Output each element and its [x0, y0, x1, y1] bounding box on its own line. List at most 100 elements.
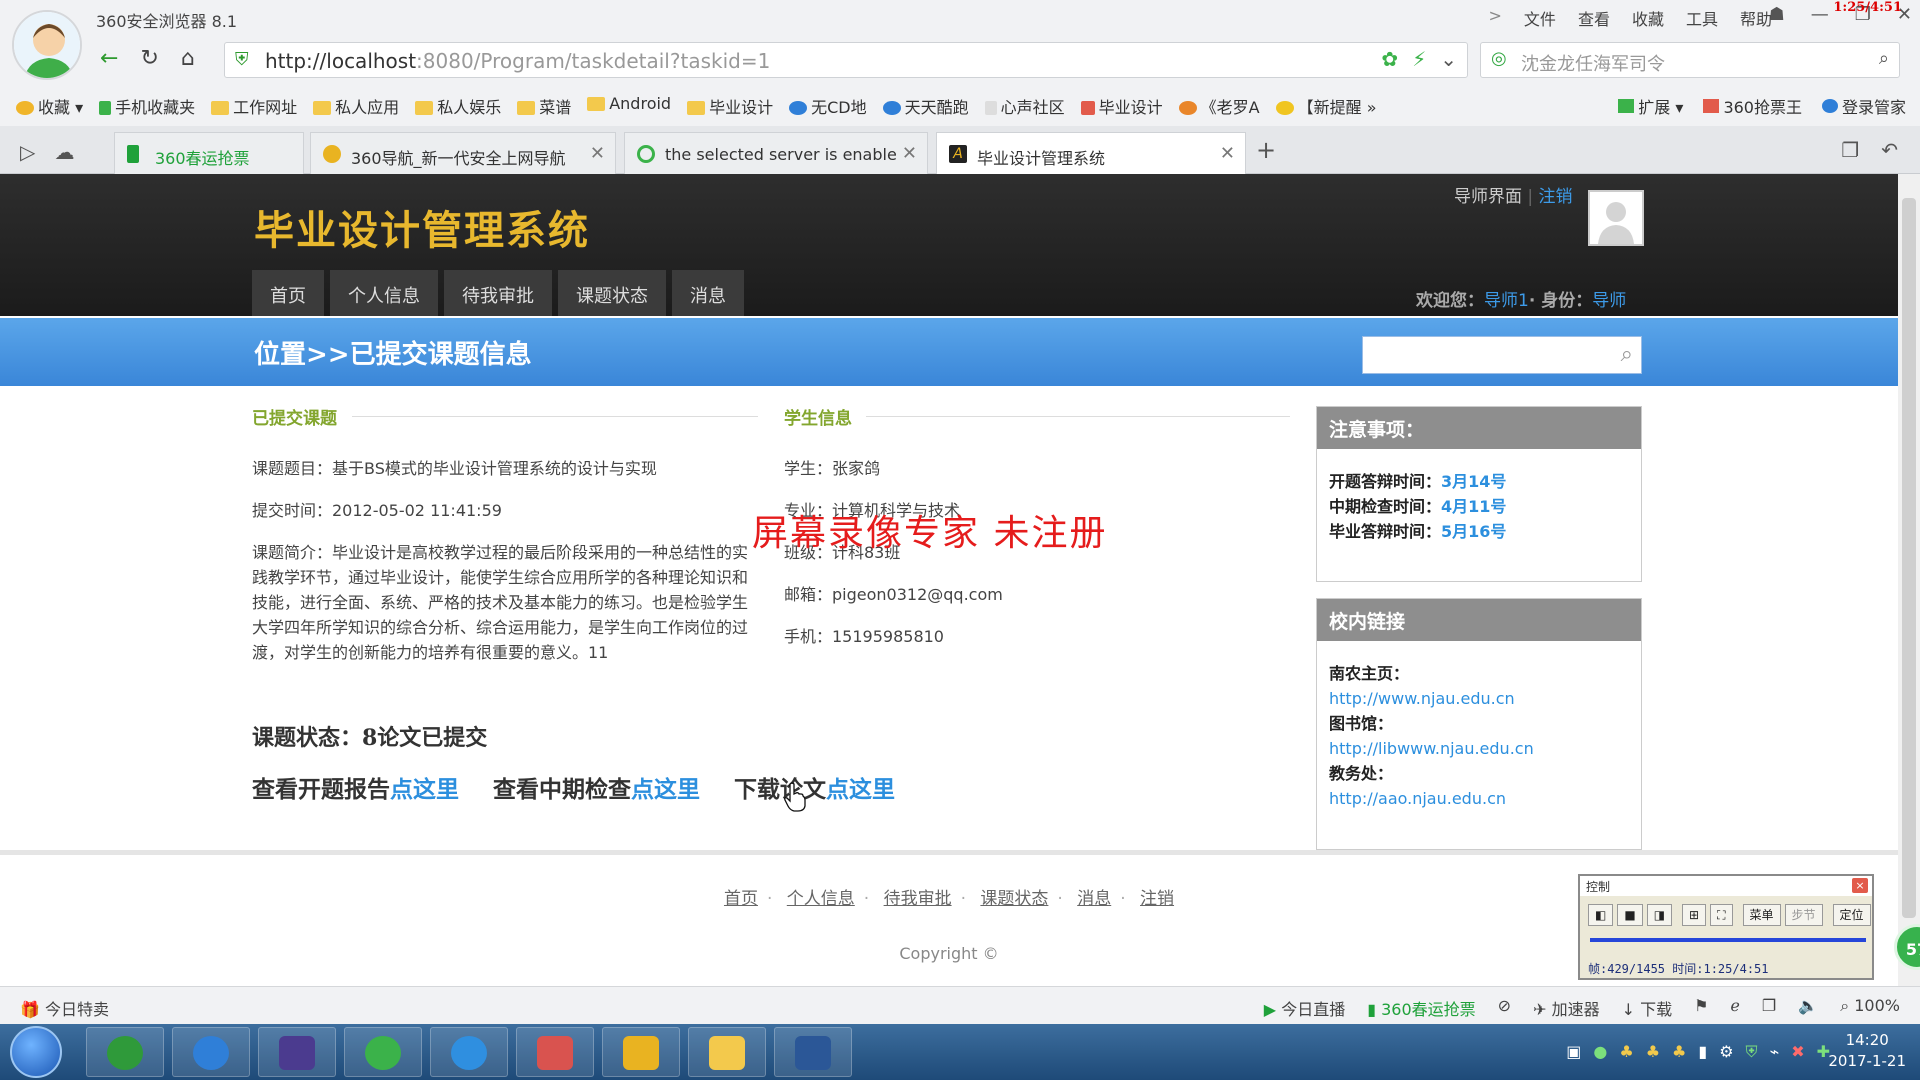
- next-frame-icon[interactable]: ◨: [1646, 904, 1673, 926]
- nav-topic-status[interactable]: 课题状态: [558, 270, 666, 316]
- search-input[interactable]: ◎ 沈金龙任海军司令 ⌕: [1480, 42, 1900, 78]
- scroll-thumb[interactable]: [1902, 198, 1916, 918]
- nav-pending-approval[interactable]: 待我审批: [444, 270, 552, 316]
- search-engine-icon[interactable]: ◎: [1491, 48, 1507, 69]
- tab-graduation-system[interactable]: A 毕业设计管理系统 ✕: [936, 132, 1246, 174]
- bookmark-item[interactable]: 天天酷跑: [882, 94, 969, 118]
- undo-close-icon[interactable]: ↶: [1881, 138, 1898, 162]
- view-proposal-link[interactable]: 点这里: [390, 776, 459, 803]
- taskbar-app-tools[interactable]: [602, 1027, 680, 1077]
- recorder-progress-bar[interactable]: [1590, 938, 1866, 942]
- flag-icon[interactable]: ⚑: [1694, 996, 1708, 1020]
- menu-file[interactable]: 文件: [1524, 6, 1556, 30]
- logout-link[interactable]: 注销: [1539, 187, 1573, 207]
- identity-value-link[interactable]: 导师: [1592, 291, 1626, 311]
- welcome-user-link[interactable]: 导师1: [1484, 291, 1529, 311]
- network-icon[interactable]: ▮: [1698, 1042, 1707, 1062]
- tab-list-icon[interactable]: ❐: [1841, 138, 1859, 162]
- menu-expand[interactable]: >: [1489, 6, 1502, 30]
- extensions-button[interactable]: 扩展 ▾: [1618, 94, 1683, 118]
- refresh-icon[interactable]: ↻: [140, 46, 158, 71]
- taskbar-app-ie[interactable]: [430, 1027, 508, 1077]
- sidebar-toggle-icon[interactable]: ▷ ☁: [20, 140, 74, 164]
- nav-messages[interactable]: 消息: [672, 270, 744, 316]
- taskbar-app-word[interactable]: [774, 1027, 852, 1077]
- block-icon[interactable]: ⊘: [1498, 996, 1511, 1020]
- bookmark-folder[interactable]: 毕业设计: [687, 94, 773, 118]
- back-icon[interactable]: ←: [100, 46, 118, 71]
- fit-window-icon[interactable]: ⊞: [1682, 904, 1707, 926]
- search-icon[interactable]: ⌕: [1621, 342, 1633, 367]
- user-avatar-icon[interactable]: [12, 10, 82, 80]
- footer-link-home[interactable]: 首页: [724, 889, 758, 909]
- qq-icon[interactable]: ♣: [1646, 1042, 1660, 1062]
- menu-help[interactable]: 帮助: [1740, 6, 1772, 30]
- wechat-icon[interactable]: ●: [1593, 1042, 1607, 1062]
- live-button[interactable]: ▶ 今日直播: [1264, 996, 1345, 1020]
- download-button[interactable]: ↓ 下载: [1622, 996, 1673, 1020]
- taskbar-clock[interactable]: 14:20 2017-1-21: [1828, 1030, 1906, 1072]
- windows-start-icon[interactable]: [10, 1026, 62, 1078]
- tab-close-icon[interactable]: ✕: [1220, 143, 1235, 164]
- tab-360-nav[interactable]: 360导航_新一代安全上网导航 ✕: [310, 132, 616, 174]
- academic-affairs-link[interactable]: http://aao.njau.edu.cn: [1329, 786, 1629, 811]
- search-icon[interactable]: ⌕: [1879, 48, 1889, 69]
- site-search-input[interactable]: ⌕: [1362, 336, 1642, 374]
- taskbar-app-360se[interactable]: [344, 1027, 422, 1077]
- tab-spring-ticket[interactable]: 360春运抢票: [114, 132, 304, 174]
- volume-icon[interactable]: 🔈: [1798, 996, 1818, 1020]
- njau-home-link[interactable]: http://www.njau.edu.cn: [1329, 686, 1629, 711]
- speed-mode-icon[interactable]: ⚡: [1412, 47, 1426, 71]
- tab-close-icon[interactable]: ✕: [590, 143, 605, 164]
- device-icon[interactable]: ⚙: [1719, 1042, 1733, 1062]
- taskbar-app-cloud[interactable]: [172, 1027, 250, 1077]
- url-input[interactable]: ⛨ http://localhost:8080/Program/taskdeta…: [224, 42, 1468, 78]
- footer-link-status[interactable]: 课题状态: [980, 889, 1048, 909]
- footer-link-logout[interactable]: 注销: [1140, 889, 1174, 909]
- taskbar-app-explorer[interactable]: [688, 1027, 766, 1077]
- prev-frame-icon[interactable]: ◧: [1588, 904, 1614, 926]
- recorder-step-button[interactable]: 步节: [1784, 904, 1823, 926]
- footer-link-messages[interactable]: 消息: [1077, 889, 1111, 909]
- ticket-button[interactable]: 360抢票王: [1703, 94, 1802, 118]
- taskbar-app-eclipse[interactable]: [258, 1027, 336, 1077]
- login-manager-button[interactable]: 登录管家: [1821, 94, 1906, 118]
- nav-home[interactable]: 首页: [252, 270, 324, 316]
- tray-window-icon[interactable]: ▣: [1566, 1042, 1581, 1062]
- bookmark-item[interactable]: 毕业设计: [1080, 94, 1163, 118]
- bookmark-item[interactable]: 【新提醒 »: [1275, 94, 1376, 118]
- tab-server-error[interactable]: the selected server is enable ✕: [624, 132, 928, 174]
- recorder-locate-button[interactable]: 定位: [1832, 904, 1871, 926]
- new-tab-icon[interactable]: +: [1256, 136, 1276, 164]
- qq-icon[interactable]: ♣: [1672, 1042, 1686, 1062]
- skin-icon[interactable]: ☗: [1769, 4, 1785, 25]
- accelerator-button[interactable]: ✈ 加速器: [1533, 996, 1600, 1020]
- tab-close-icon[interactable]: ✕: [902, 143, 917, 164]
- page-scrollbar[interactable]: [1898, 174, 1920, 986]
- menu-favorites[interactable]: 收藏: [1632, 6, 1664, 30]
- menu-tools[interactable]: 工具: [1686, 6, 1718, 30]
- fullscreen-icon[interactable]: ⛶: [1710, 904, 1733, 926]
- compat-mode-icon[interactable]: ✿: [1381, 47, 1398, 71]
- bookmark-item[interactable]: 收藏 ▾: [16, 94, 83, 118]
- daily-deals[interactable]: 🎁 今日特卖: [20, 996, 109, 1020]
- footer-link-profile[interactable]: 个人信息: [787, 889, 855, 909]
- view-midterm-link[interactable]: 点这里: [631, 776, 700, 803]
- bookmark-item[interactable]: 《老罗A: [1178, 94, 1260, 118]
- ie-mode-icon[interactable]: ℯ: [1730, 996, 1739, 1020]
- dropdown-chevron-icon[interactable]: ⌄: [1440, 47, 1457, 71]
- taskbar-app-paint[interactable]: [516, 1027, 594, 1077]
- qq-icon[interactable]: ♣: [1619, 1042, 1633, 1062]
- zoom-button[interactable]: ⌕ 100%: [1840, 996, 1900, 1020]
- bookmark-item[interactable]: 手机收藏夹: [99, 94, 195, 118]
- security-shield-icon[interactable]: ⛨: [1746, 1042, 1758, 1062]
- bookmark-folder[interactable]: 工作网址: [211, 94, 297, 118]
- usb-icon[interactable]: ⌁: [1770, 1042, 1780, 1062]
- bookmark-item[interactable]: 无CD地: [789, 94, 867, 118]
- footer-link-pending[interactable]: 待我审批: [884, 889, 952, 909]
- window-icon[interactable]: ❐: [1762, 996, 1776, 1020]
- minimize-icon[interactable]: —: [1811, 4, 1829, 25]
- menu-view[interactable]: 查看: [1578, 6, 1610, 30]
- bookmark-folder[interactable]: 私人娱乐: [415, 94, 501, 118]
- home-icon[interactable]: ⌂: [181, 46, 195, 71]
